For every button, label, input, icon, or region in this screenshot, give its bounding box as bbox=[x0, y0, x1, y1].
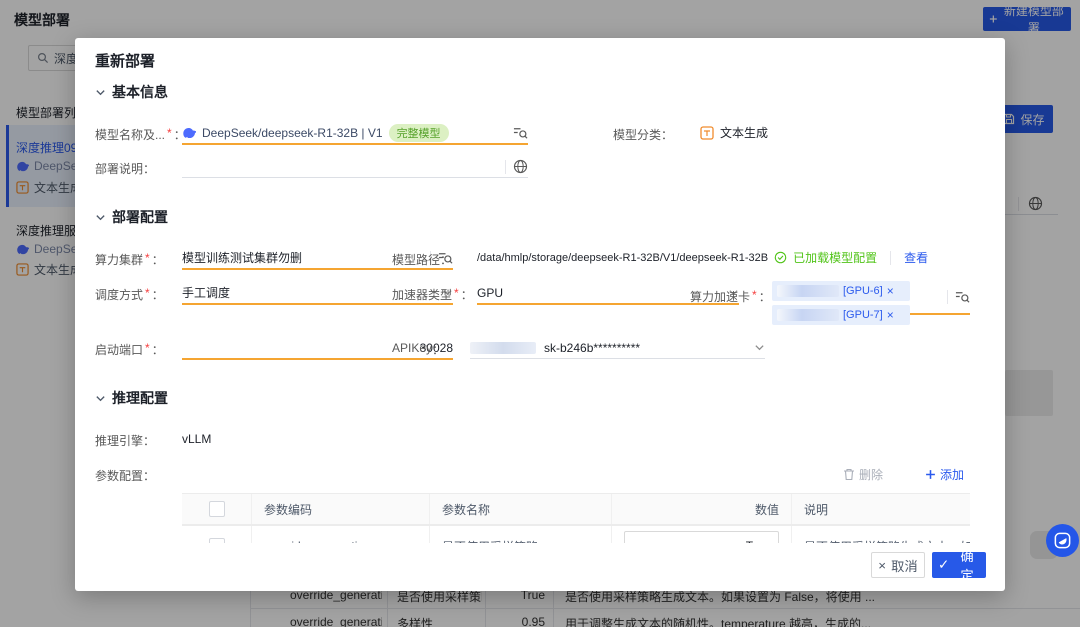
chevron-down-icon bbox=[95, 212, 106, 223]
model-path-row: /data/hmlp/storage/deepseek-R1-32B/V1/de… bbox=[477, 249, 928, 266]
confirm-button[interactable]: ✓ 确定 bbox=[932, 552, 986, 578]
port-label: 启动端口 bbox=[95, 341, 164, 358]
remove-tag-icon[interactable]: × bbox=[887, 308, 894, 322]
header-param-desc: 说明 bbox=[792, 494, 970, 524]
row-checkbox[interactable] bbox=[209, 538, 225, 543]
select-search-icon[interactable] bbox=[955, 290, 970, 304]
header-param-value: 数值 bbox=[612, 494, 792, 524]
header-param-code: 参数编码 bbox=[252, 494, 430, 524]
params-table-header: 参数编码 参数名称 数值 说明 bbox=[182, 493, 970, 525]
check-circle-icon bbox=[774, 251, 787, 264]
model-path-status: 已加载模型配置 bbox=[793, 249, 877, 266]
redacted-host-name bbox=[777, 309, 839, 321]
category-label: 模型分类 bbox=[613, 126, 673, 143]
engine-label: 推理引擎 bbox=[95, 432, 155, 449]
delete-params-button[interactable]: 删除 bbox=[843, 466, 883, 483]
params-table: 参数编码 参数名称 数值 说明 override_generation_co 是… bbox=[182, 493, 970, 543]
gpu-card-tag: [GPU-7] × bbox=[772, 305, 910, 325]
full-model-tag: 完整模型 bbox=[389, 124, 449, 142]
globe-icon[interactable] bbox=[513, 159, 528, 174]
assistant-chat-button[interactable] bbox=[1046, 524, 1079, 557]
model-path-value: /data/hmlp/storage/deepseek-R1-32B/V1/de… bbox=[477, 252, 768, 264]
redacted-apikey-name bbox=[470, 342, 536, 354]
section-basic-info[interactable]: 基本信息 bbox=[95, 82, 168, 102]
cluster-label: 算力集群 bbox=[95, 251, 164, 268]
param-code-cell: override_generation_co bbox=[252, 526, 430, 543]
plus-icon bbox=[925, 469, 936, 480]
add-param-button[interactable]: 添加 bbox=[925, 466, 964, 483]
close-icon: × bbox=[878, 558, 886, 573]
text-generation-icon bbox=[700, 126, 714, 140]
model-name-label: 模型名称及... bbox=[95, 126, 186, 143]
deepseek-whale-icon bbox=[182, 126, 196, 140]
redacted-host-name bbox=[777, 285, 839, 297]
category-value: 文本生成 bbox=[700, 124, 768, 141]
param-name-cell: 是否使用采样策略 bbox=[430, 526, 612, 543]
trash-icon bbox=[843, 468, 855, 481]
engine-value: vLLM bbox=[182, 432, 211, 446]
select-search-icon[interactable] bbox=[513, 126, 528, 140]
header-param-name: 参数名称 bbox=[430, 494, 612, 524]
model-path-label: 模型路径 bbox=[392, 251, 452, 268]
gpu-cards-label: 算力加速卡 bbox=[690, 288, 771, 305]
description-input[interactable] bbox=[182, 156, 528, 178]
gpu-card-tag: [GPU-6] × bbox=[772, 281, 910, 301]
params-label: 参数配置 bbox=[95, 467, 155, 484]
section-inference-config[interactable]: 推理配置 bbox=[95, 388, 168, 408]
view-link[interactable]: 查看 bbox=[904, 249, 928, 266]
chevron-down-icon bbox=[754, 342, 765, 353]
model-name-value: DeepSeek/deepseek-R1-32B | V1 bbox=[202, 126, 383, 140]
description-label: 部署说明 bbox=[95, 160, 155, 177]
cancel-button[interactable]: × 取消 bbox=[871, 552, 925, 578]
schedule-label: 调度方式 bbox=[95, 286, 164, 303]
select-all-checkbox[interactable] bbox=[209, 501, 225, 517]
redeploy-modal: 重新部署 基本信息 模型名称及... DeepSeek/deepseek-R1-… bbox=[75, 38, 1005, 591]
gpu-cards-field[interactable]: [GPU-6] × [GPU-7] × bbox=[772, 280, 970, 315]
model-name-field[interactable]: DeepSeek/deepseek-R1-32B | V1 完整模型 bbox=[182, 122, 528, 145]
chevron-down-icon bbox=[95, 87, 106, 98]
assistant-chat-icon bbox=[1053, 531, 1072, 550]
screen: 模型部署 新建模型部署 深度 模型部署列 深度推理09 DeepSe 文本 bbox=[0, 0, 1080, 627]
chevron-down-icon bbox=[95, 393, 106, 404]
modal-title: 重新部署 bbox=[95, 50, 155, 71]
remove-tag-icon[interactable]: × bbox=[887, 284, 894, 298]
apikey-label: APIKey bbox=[392, 341, 444, 358]
apikey-select[interactable]: sk-b246b********** bbox=[470, 337, 765, 359]
params-table-row: override_generation_co 是否使用采样策略 True 是否使… bbox=[182, 525, 970, 543]
section-deploy-config[interactable]: 部署配置 bbox=[95, 207, 168, 227]
check-icon: ✓ bbox=[938, 557, 949, 573]
accelerator-type-label: 加速器类型 bbox=[392, 286, 473, 303]
param-desc-cell: 是否使用采样策略生成文本，如果设置为 False，将 bbox=[792, 526, 970, 543]
param-value-input[interactable]: True bbox=[624, 531, 779, 543]
